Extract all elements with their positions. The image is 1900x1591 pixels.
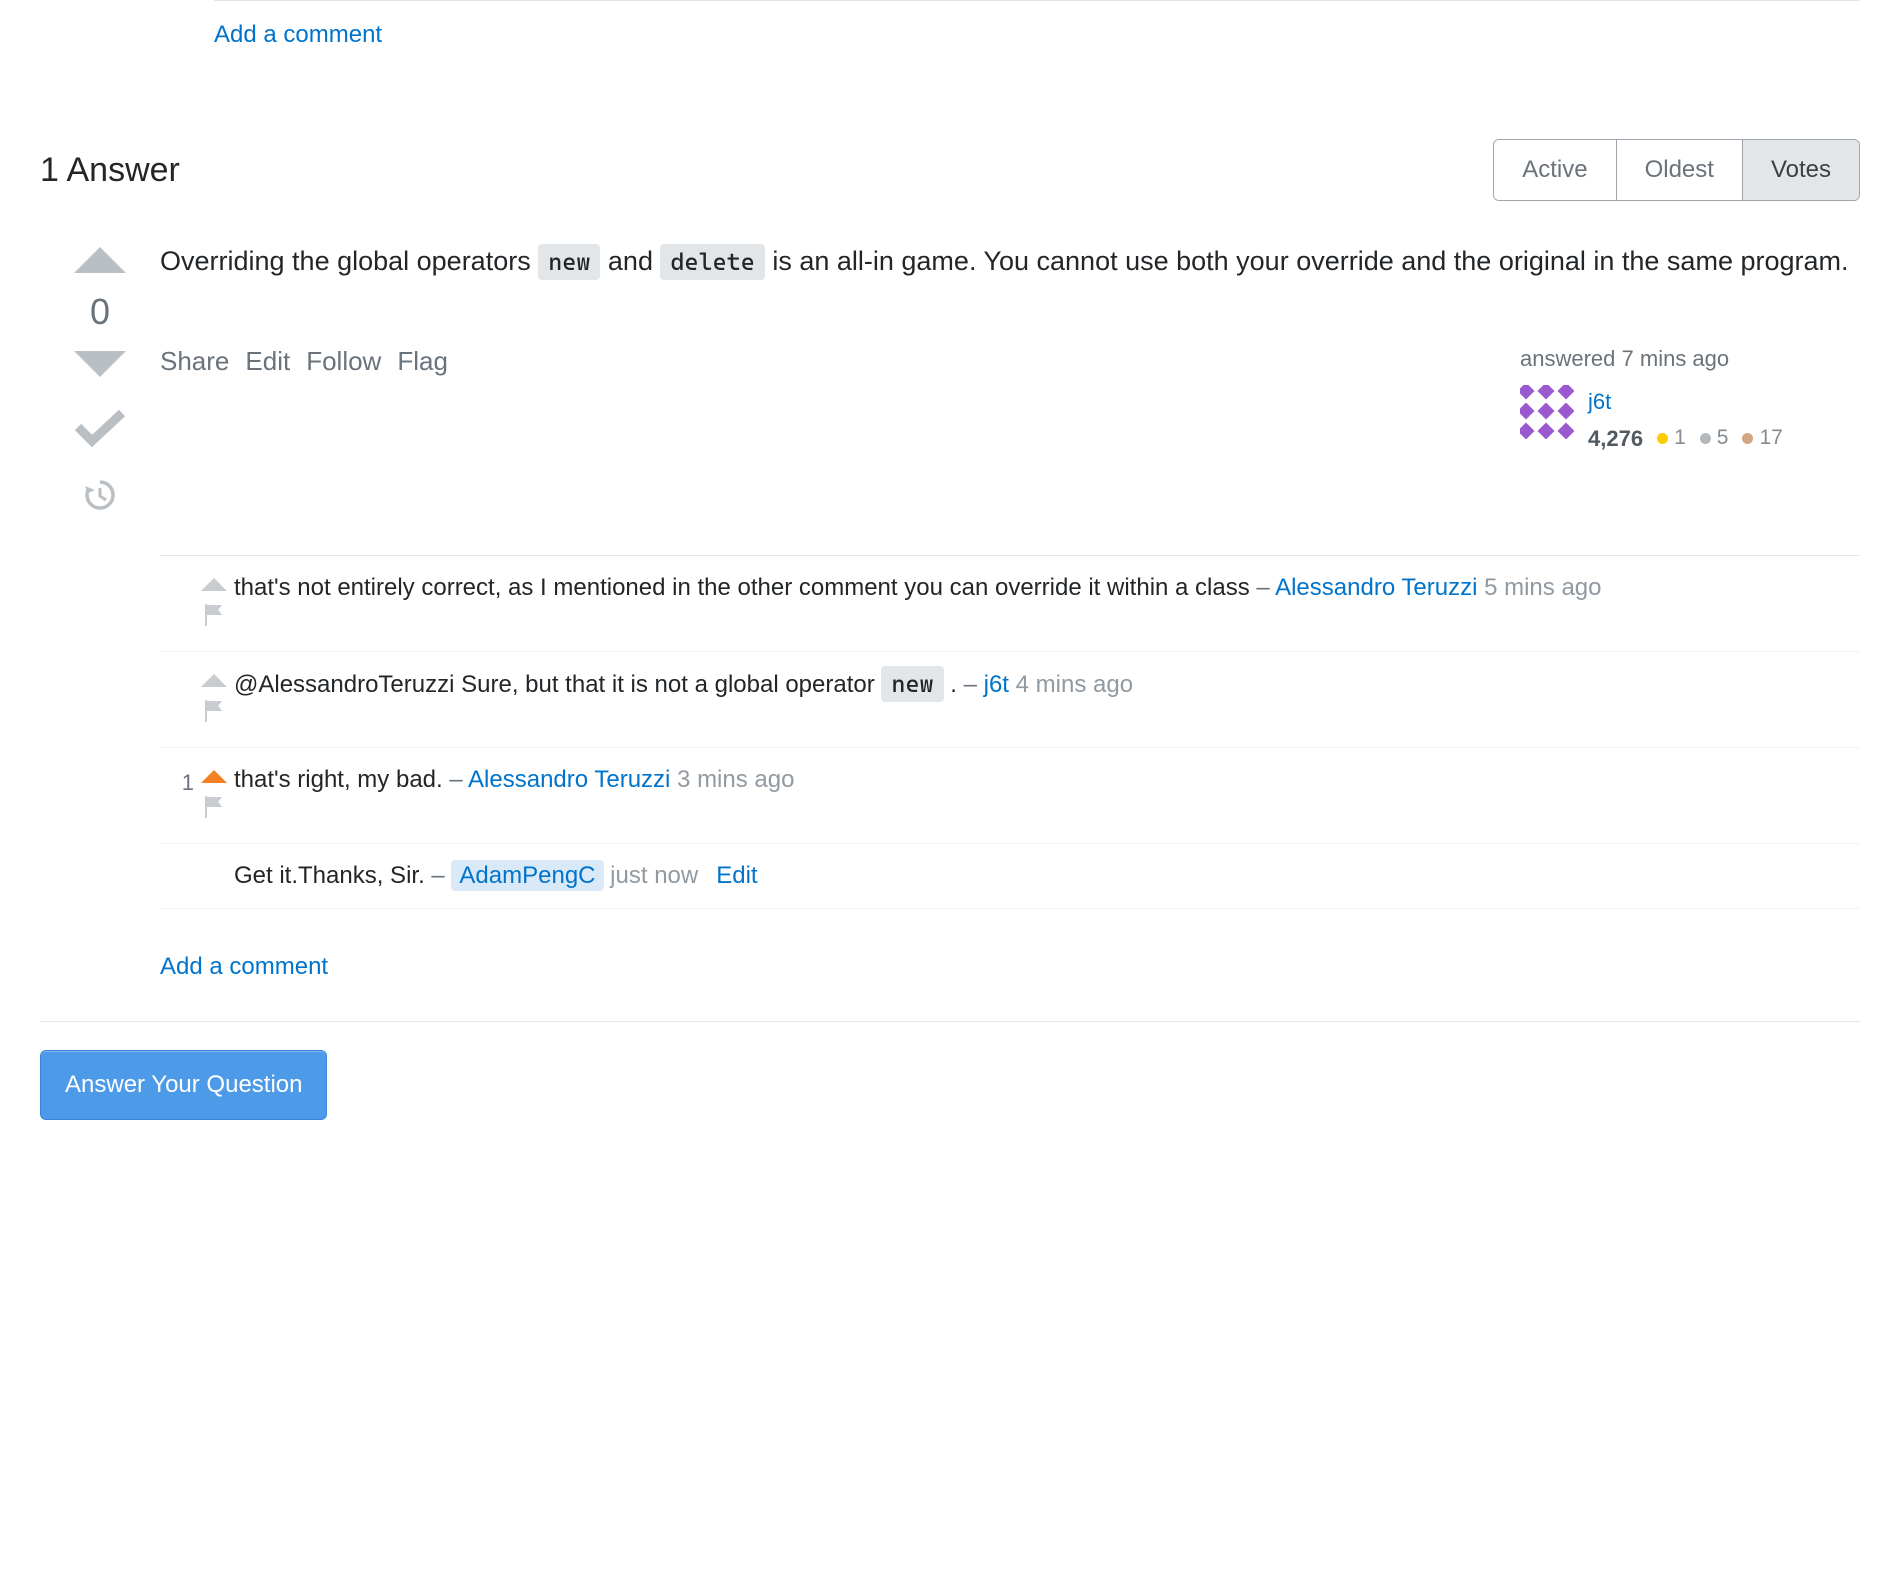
comment-time: just now bbox=[610, 862, 698, 889]
answered-prefix: answered bbox=[1520, 346, 1622, 371]
comment-edit-link[interactable]: Edit bbox=[716, 862, 757, 889]
separator: – bbox=[425, 862, 452, 889]
comment-score bbox=[160, 666, 194, 733]
comment-text: @AlessandroTeruzzi Sure, but that it is … bbox=[234, 666, 1860, 733]
downvote-button[interactable] bbox=[74, 351, 126, 377]
accept-answer-icon[interactable] bbox=[74, 407, 126, 454]
gold-badge-icon bbox=[1657, 433, 1668, 444]
reputation-badges: 4,276 1 5 17 bbox=[1588, 422, 1791, 455]
comment-time: 4 mins ago bbox=[1016, 671, 1133, 698]
bronze-badge-icon bbox=[1742, 433, 1753, 444]
comment-code: new bbox=[881, 666, 943, 702]
separator: – bbox=[443, 766, 468, 793]
comment-score bbox=[160, 570, 194, 637]
comment-time: 5 mins ago bbox=[1484, 574, 1601, 601]
comment-author-link[interactable]: Alessandro Teruzzi bbox=[1275, 574, 1477, 601]
tab-votes[interactable]: Votes bbox=[1743, 140, 1859, 200]
answer-text: and bbox=[600, 246, 660, 276]
comment-vote-col bbox=[194, 858, 234, 894]
silver-badge-icon bbox=[1700, 433, 1711, 444]
comment-text: that's right, my bad. – Alessandro Teruz… bbox=[234, 762, 1860, 829]
comment-body: that's not entirely correct, as I mentio… bbox=[234, 574, 1250, 601]
comment-body: Get it.Thanks, Sir. bbox=[234, 862, 425, 889]
code-new: new bbox=[538, 244, 600, 280]
comment-text: Get it.Thanks, Sir. – AdamPengC just now… bbox=[234, 858, 1860, 894]
answer-sort-tabs: Active Oldest Votes bbox=[1493, 139, 1860, 201]
comment-text: that's not entirely correct, as I mentio… bbox=[234, 570, 1860, 637]
answers-count-heading: 1 Answer bbox=[40, 151, 180, 190]
timeline-icon[interactable] bbox=[83, 478, 117, 519]
comment-vote-col bbox=[194, 762, 234, 829]
comment-author-link[interactable]: Alessandro Teruzzi bbox=[468, 766, 670, 793]
separator: – bbox=[957, 671, 984, 698]
answered-relative-time: 7 mins ago bbox=[1622, 346, 1730, 371]
comment-time: 3 mins ago bbox=[677, 766, 794, 793]
comment-upvote-icon[interactable] bbox=[201, 578, 227, 591]
vote-count: 0 bbox=[90, 291, 110, 333]
comment-vote-col bbox=[194, 666, 234, 733]
comment-body: . bbox=[944, 671, 957, 698]
comment-vote-col bbox=[194, 570, 234, 637]
answer-text: Overriding the global operators bbox=[160, 246, 538, 276]
answer-body: Overriding the global operators new and … bbox=[160, 241, 1860, 985]
edit-link[interactable]: Edit bbox=[245, 342, 290, 455]
comment-flag-icon[interactable] bbox=[204, 793, 224, 829]
answer-text: is an all-in game. You cannot use both y… bbox=[765, 246, 1849, 276]
flag-link[interactable]: Flag bbox=[397, 342, 448, 455]
answer-your-question-button[interactable]: Answer Your Question bbox=[40, 1050, 327, 1120]
gold-badge-count: 1 bbox=[1674, 422, 1686, 454]
add-comment-link[interactable]: Add a comment bbox=[160, 929, 328, 985]
separator: – bbox=[1250, 574, 1275, 601]
comment-author-link[interactable]: j6t bbox=[984, 671, 1009, 698]
comments-list: that's not entirely correct, as I mentio… bbox=[160, 555, 1860, 909]
user-card: answered 7 mins ago bbox=[1520, 342, 1860, 455]
answered-time: answered 7 mins ago bbox=[1520, 342, 1860, 375]
comment-flag-icon[interactable] bbox=[204, 697, 224, 733]
reputation-score: 4,276 bbox=[1588, 422, 1643, 455]
comment-row: @AlessandroTeruzzi Sure, but that it is … bbox=[160, 652, 1860, 748]
comment-flag-icon[interactable] bbox=[204, 601, 224, 637]
bronze-badge-count: 17 bbox=[1759, 422, 1782, 454]
comment-upvote-icon[interactable] bbox=[201, 770, 227, 783]
user-name-link[interactable]: j6t bbox=[1588, 385, 1791, 418]
code-delete: delete bbox=[660, 244, 764, 280]
avatar[interactable] bbox=[1520, 385, 1574, 439]
share-link[interactable]: Share bbox=[160, 342, 229, 455]
comment-score bbox=[160, 858, 194, 894]
upvote-button[interactable] bbox=[74, 247, 126, 273]
tab-active[interactable]: Active bbox=[1494, 140, 1616, 200]
tab-oldest[interactable]: Oldest bbox=[1617, 140, 1743, 200]
comment-upvote-icon[interactable] bbox=[201, 674, 227, 687]
post-action-menu: Share Edit Follow Flag bbox=[160, 342, 448, 455]
comment-body: @AlessandroTeruzzi Sure, but that it is … bbox=[234, 671, 881, 698]
comment-row: that's not entirely correct, as I mentio… bbox=[160, 556, 1860, 652]
add-comment-link-top[interactable]: Add a comment bbox=[40, 1, 1860, 49]
follow-link[interactable]: Follow bbox=[306, 342, 381, 455]
comment-author-link[interactable]: AdamPengC bbox=[451, 860, 603, 891]
comment-row: 1 that's right, my bad. – Alessandro Teru… bbox=[160, 748, 1860, 844]
vote-column: 0 bbox=[40, 241, 160, 519]
silver-badge-count: 5 bbox=[1717, 422, 1729, 454]
comment-body: that's right, my bad. bbox=[234, 766, 443, 793]
comment-row: Get it.Thanks, Sir. – AdamPengC just now… bbox=[160, 844, 1860, 909]
comment-score: 1 bbox=[160, 762, 194, 829]
